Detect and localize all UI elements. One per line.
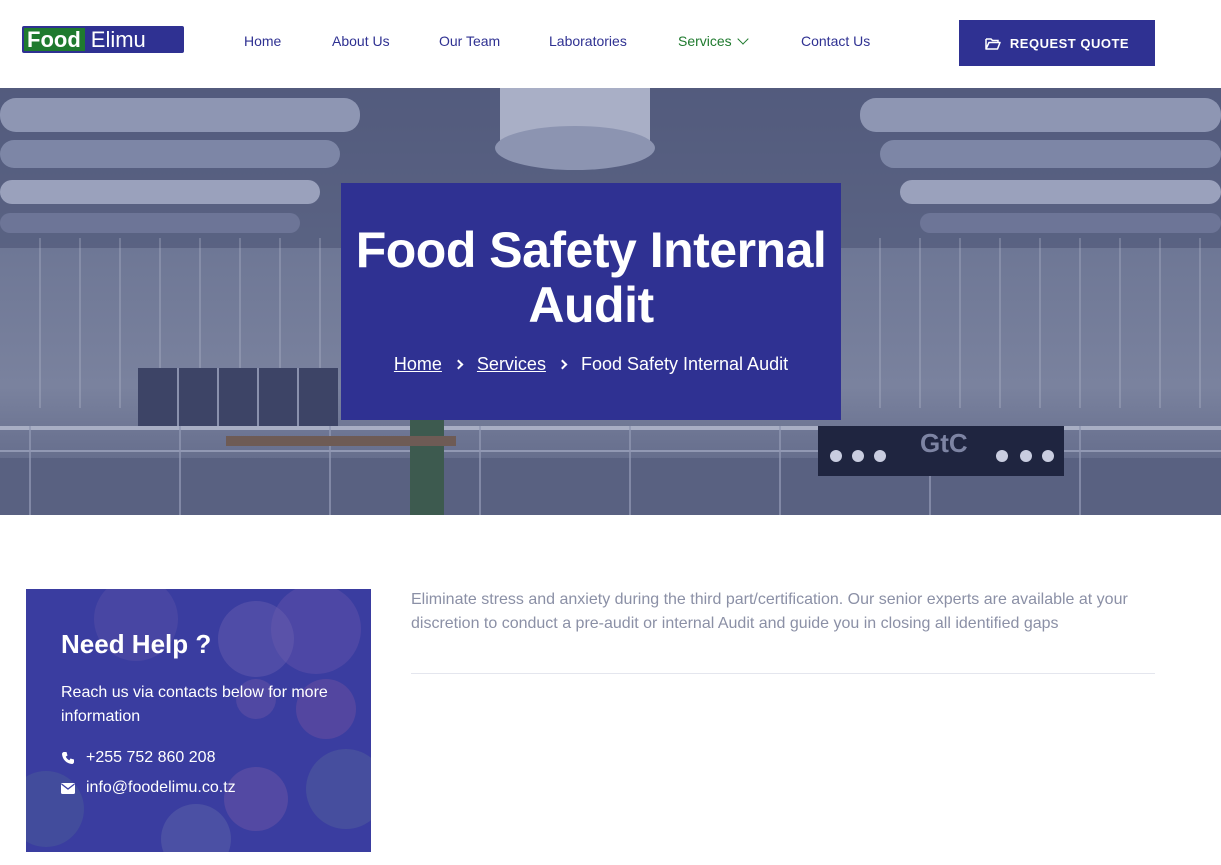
request-quote-label: REQUEST QUOTE (1009, 35, 1130, 51)
service-description: Eliminate stress and anxiety during the … (411, 591, 1128, 632)
nav-our-team[interactable]: Our Team (439, 33, 500, 49)
breadcrumb-home[interactable]: Home (394, 354, 442, 375)
need-help-text: Reach us via contacts below for more inf… (61, 684, 328, 725)
folder-open-icon (985, 37, 1001, 50)
site-logo[interactable]: Food Elimu (22, 26, 184, 53)
contact-phone[interactable]: +255 752 860 208 (61, 749, 351, 767)
page-title-line-1: Food Safety Internal (355, 222, 827, 278)
nav-laboratories[interactable]: Laboratories (549, 33, 627, 49)
nav-services[interactable]: Services (678, 33, 749, 49)
page-title: Food Safety Internal Audit (341, 223, 841, 333)
site-header: Food Elimu Home About Us Our Team Labora… (0, 0, 1221, 88)
content-divider (411, 673, 1155, 674)
chevron-right-icon (557, 359, 568, 370)
contact-phone-value: +255 752 860 208 (86, 749, 216, 766)
breadcrumb-services[interactable]: Services (477, 354, 546, 375)
hero-banner: GtC Food Safety Internal Audit Home Serv… (0, 88, 1221, 515)
breadcrumb: Home Services Food Safety Internal Audit (341, 354, 841, 375)
svg-text:GtC: GtC (920, 428, 968, 458)
hero-title-box: Food Safety Internal Audit Home Services… (341, 183, 841, 420)
envelope-icon (61, 782, 75, 794)
phone-icon (62, 752, 74, 764)
page-title-line-2: Audit (528, 277, 654, 333)
breadcrumb-current: Food Safety Internal Audit (580, 354, 789, 374)
nav-contact-us[interactable]: Contact Us (801, 33, 870, 49)
logo-part-elimu: Elimu (84, 28, 182, 51)
contact-email-value: info@foodelimu.co.tz (86, 779, 236, 796)
contact-email[interactable]: info@foodelimu.co.tz (61, 779, 351, 797)
logo-part-food: Food (24, 28, 85, 51)
nav-about-us[interactable]: About Us (332, 33, 390, 49)
need-help-card: Need Help ? Reach us via contacts below … (26, 589, 371, 852)
nav-home[interactable]: Home (244, 33, 281, 49)
chevron-right-icon (453, 359, 464, 370)
need-help-title: Need Help ? (61, 629, 212, 659)
chevron-down-icon (737, 33, 749, 45)
need-help-content: Need Help ? Reach us via contacts below … (61, 629, 351, 797)
request-quote-button[interactable]: REQUEST QUOTE (959, 20, 1155, 66)
nav-services-label: Services (678, 33, 732, 49)
